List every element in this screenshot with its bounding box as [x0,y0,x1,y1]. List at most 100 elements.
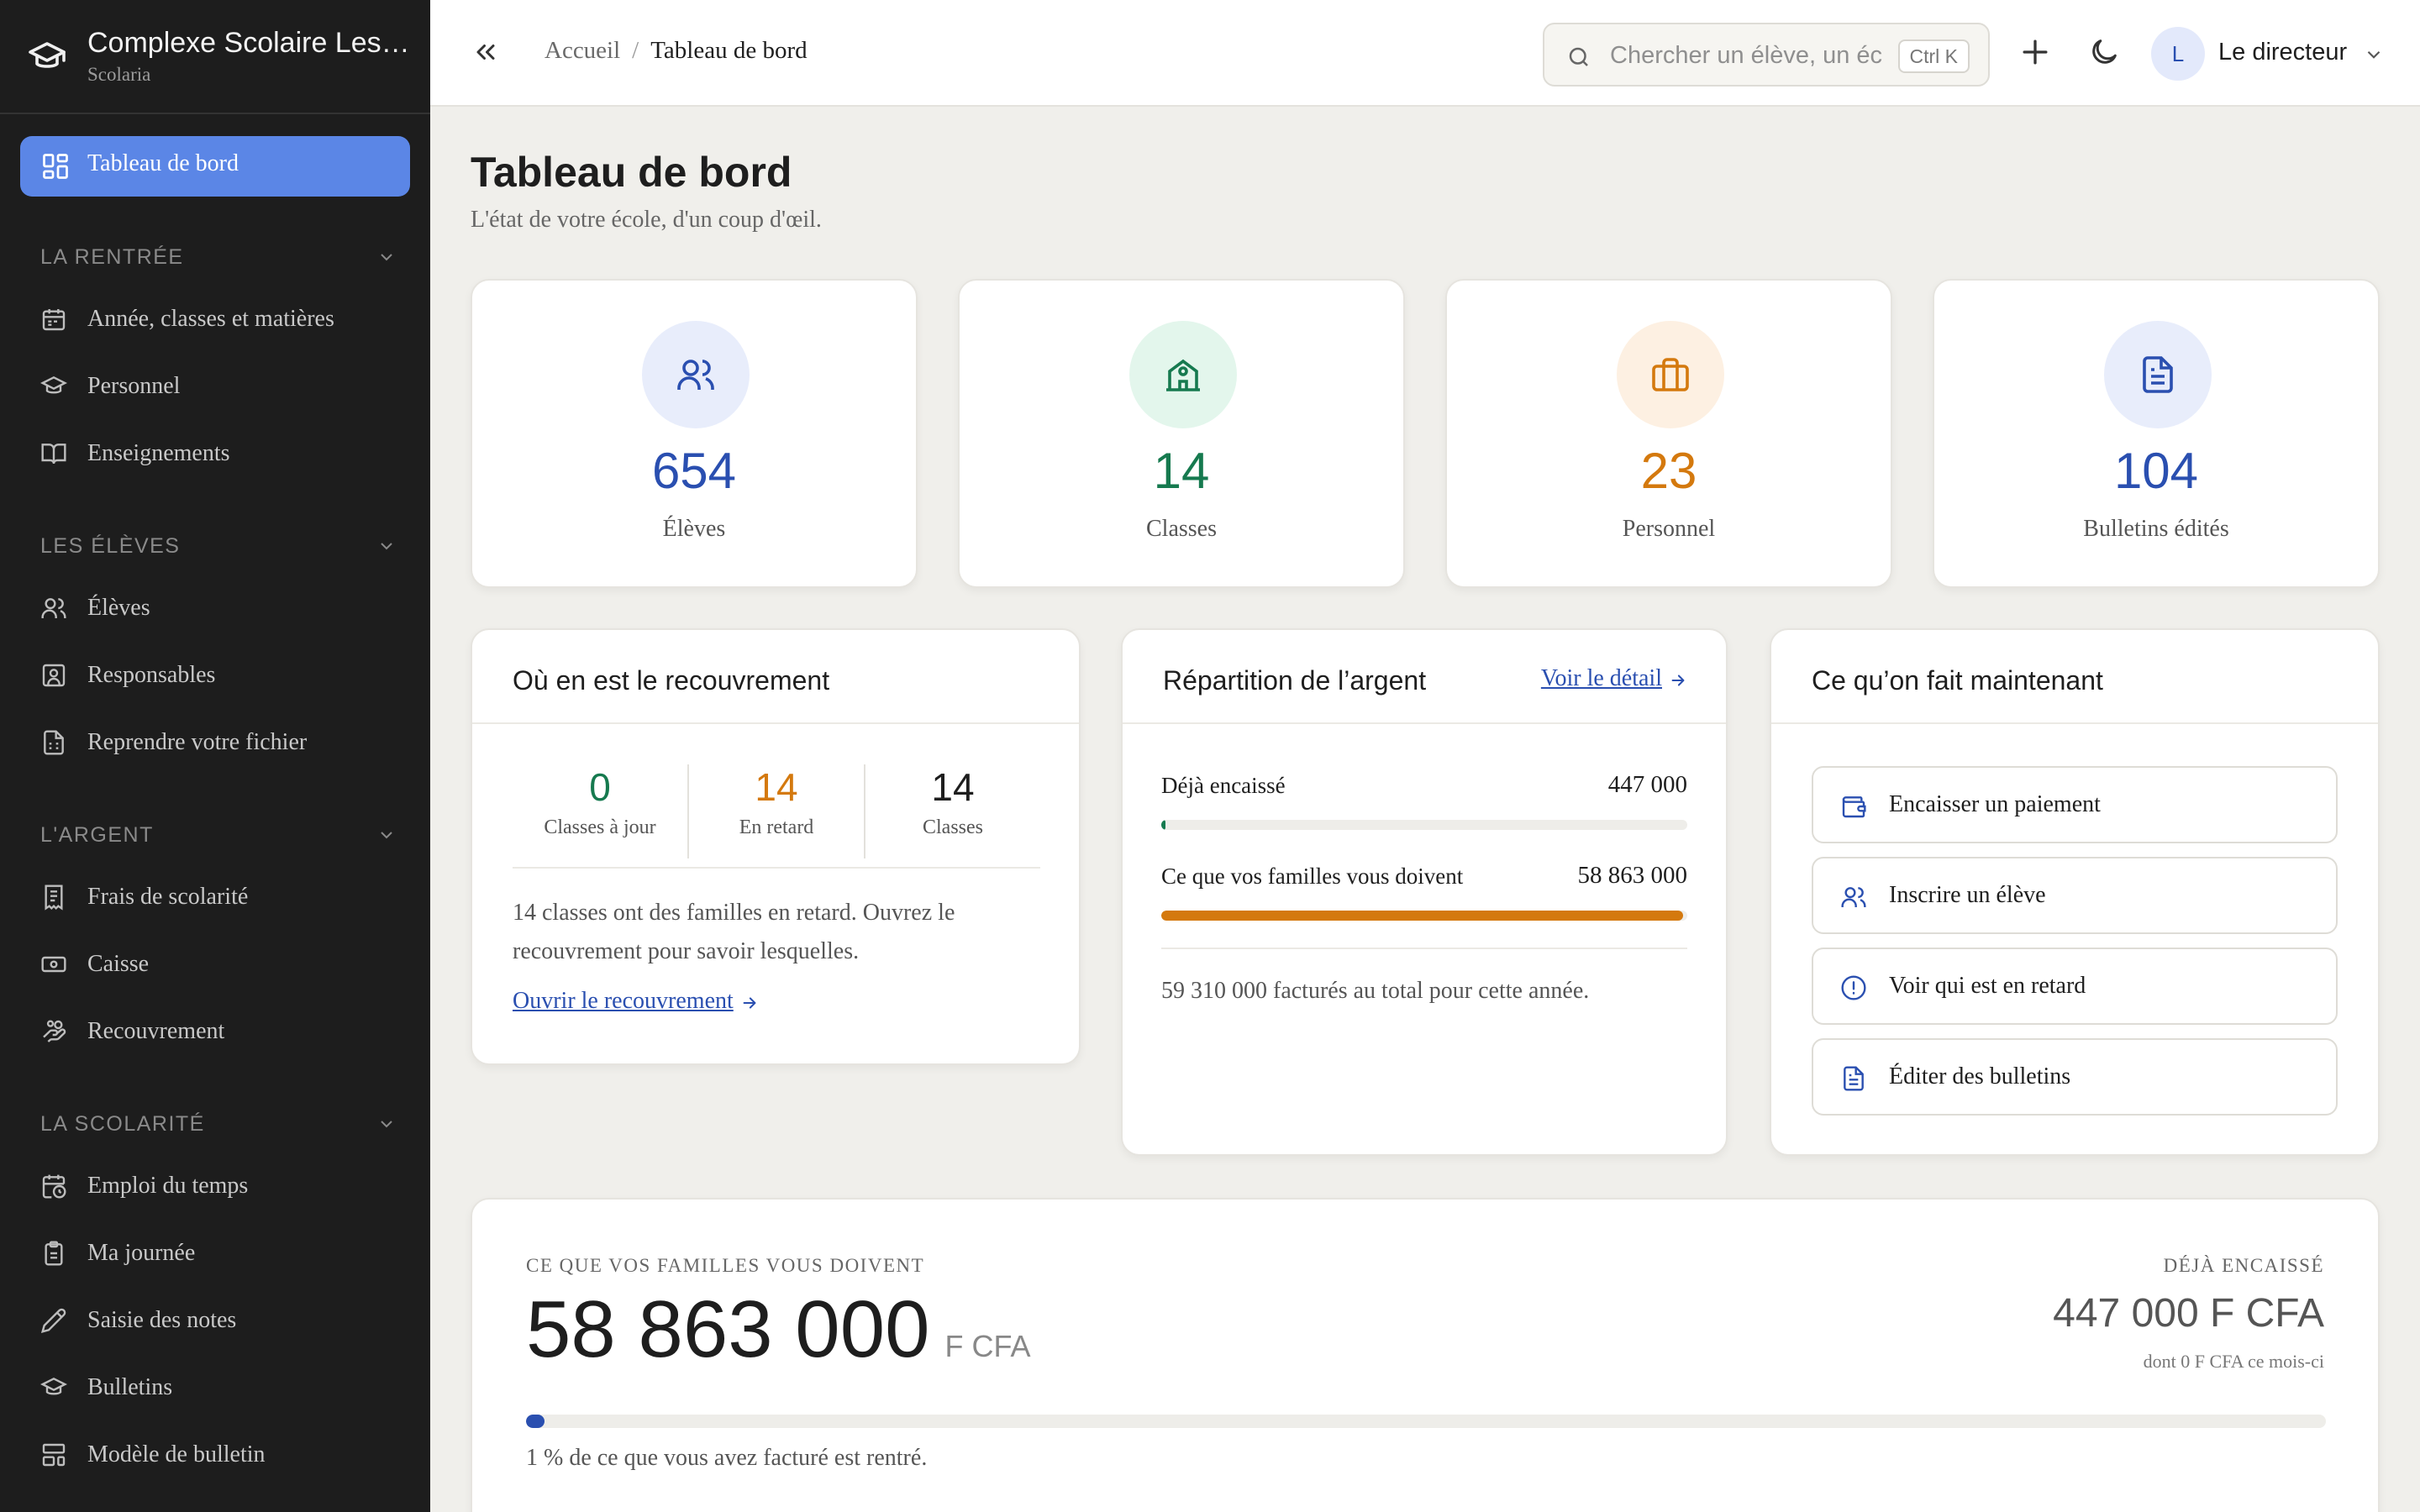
layout-template-icon [40,1441,67,1468]
sidebar-item-label: Personnel [87,373,181,399]
stat-card-classes[interactable]: 14 Classes [958,279,1405,588]
plus-icon[interactable] [2017,34,2054,71]
moon-icon[interactable] [2087,35,2121,69]
action-label: Encaisser un paiement [1889,791,2101,817]
panel-title: Ce qu’on fait maintenant [1812,665,2103,696]
pencil-icon [40,1307,67,1334]
link-label: Ouvrir le recouvrement [513,988,734,1014]
voir-detail-link[interactable]: Voir le détail [1541,665,1687,692]
action-label: Éditer des bulletins [1889,1063,2071,1089]
breadcrumb: Accueil / Tableau de bord [544,37,808,64]
dette-bar [1161,911,1687,921]
sidebar-item-saisie-notes[interactable]: Saisie des notes [20,1294,410,1347]
collected-label: DÉJÀ ENCAISSÉ [2163,1255,2324,1276]
recouvrement-panel: Où en est le recouvrement 0 Classes à jo… [471,628,1081,1065]
search-input[interactable] [1610,39,1887,71]
sidebar-item-reprendre-fichier[interactable]: Reprendre votre fichier [20,716,410,769]
sidebar-item-label: Bulletins [87,1374,173,1400]
clipboard-icon [40,1240,67,1267]
search-shortcut-badge: Ctrl K [1897,39,1970,73]
calendar-clock-icon [40,1173,67,1200]
sidebar-item-label: Recouvrement [87,1018,225,1044]
sidebar-item-caisse[interactable]: Caisse [20,937,410,991]
action-label: Voir qui est en retard [1889,973,2086,999]
sidebar-item-ma-journee[interactable]: Ma journée [20,1226,410,1280]
recouvrement-stat: 14 En retard [689,764,864,839]
sidebar-item-personnel[interactable]: Personnel [20,360,410,413]
stat-label: Classes à jour [544,816,656,838]
alert-circle-icon [1840,974,1867,1001]
sidebar-section-rentree[interactable]: LA RENTRÉE [40,240,397,274]
sidebar-item-bulletins[interactable]: Bulletins [20,1361,410,1415]
sidebar-item-modele-bulletin[interactable]: Modèle de bulletin [20,1428,410,1482]
sidebar-item-label: Ma journée [87,1240,196,1266]
stat-icon-circle [2104,321,2212,428]
encaisser-paiement-button[interactable]: Encaisser un paiement [1812,766,2338,843]
arrow-right-icon [1669,671,1687,690]
owed-label: CE QUE VOS FAMILLES VOUS DOIVENT [526,1255,925,1276]
sidebar-section-eleves[interactable]: LES ÉLÈVES [40,529,397,563]
stat-card-personnel[interactable]: 23 Personnel [1445,279,1892,588]
repartition-footer: 59 310 000 facturés au total pour cette … [1161,978,1590,1004]
encaisse-bar [1161,820,1687,830]
voir-retard-button[interactable]: Voir qui est en retard [1812,948,2338,1025]
stat-value: 104 [2113,443,2199,499]
hand-coins-icon [40,1018,67,1045]
stat-icon-circle [1617,321,1724,428]
sidebar-item-responsables[interactable]: Responsables [20,648,410,702]
stat-label: Classes [923,816,983,838]
panel-title: Répartition de l’argent [1163,665,1427,696]
sidebar-item-emploi-du-temps[interactable]: Emploi du temps [20,1159,410,1213]
sidebar-item-label: Enseignements [87,440,230,466]
chevron-down-icon [376,825,397,845]
stat-card-bulletins[interactable]: 104 Bulletins édités [1933,279,2380,588]
stat-label: Personnel [1622,516,1716,542]
breadcrumb-home[interactable]: Accueil [544,37,620,64]
inscrire-eleve-button[interactable]: Inscrire un élève [1812,857,2338,934]
stat-value: 23 [1640,443,1697,499]
receipt-icon [40,884,67,911]
stat-label: Bulletins édités [2083,516,2229,542]
sidebar-item-label: Année, classes et matières [87,306,334,332]
sidebar-section-title: LA RENTRÉE [40,245,184,269]
avatar[interactable]: L [2151,27,2205,81]
arrow-right-icon [740,994,759,1012]
row-value: 447 000 [1607,771,1687,798]
file-spreadsheet-icon [40,729,67,756]
sidebar-header[interactable]: Complexe Scolaire Les … Scolaria [0,0,430,114]
editer-bulletins-button[interactable]: Éditer des bulletins [1812,1038,2338,1116]
sidebar-item-enseignements[interactable]: Enseignements [20,427,410,480]
stat-label: Élèves [662,516,726,542]
chevron-down-icon [376,536,397,556]
sidebar-item-eleves[interactable]: Élèves [20,581,410,635]
stat-value: 0 [589,765,611,809]
open-recouvrement-link[interactable]: Ouvrir le recouvrement [513,988,759,1015]
contact-card-icon [40,662,67,689]
sidebar-item-label: Élèves [87,595,150,621]
sidebar-item-tableau-de-bord[interactable]: Tableau de bord [20,136,410,197]
calendar-icon [40,306,67,333]
sidebar-item-annee-classes[interactable]: Année, classes et matières [20,292,410,346]
sidebar-section-scolarite[interactable]: LA SCOLARITÉ [40,1107,397,1141]
sidebar-section-title: L'ARGENT [40,823,154,847]
stat-card-eleves[interactable]: 654 Élèves [471,279,918,588]
wallet-icon [1840,793,1867,820]
chevron-down-icon[interactable] [2363,44,2385,66]
collected-value: 447 000 F CFA [2053,1291,2324,1336]
search-box[interactable]: Ctrl K [1543,23,1990,87]
stat-value: 14 [755,765,798,809]
sidebar-item-recouvrement[interactable]: Recouvrement [20,1005,410,1058]
sidebar-item-label: Frais de scolarité [87,884,249,910]
sidebar-item-label: Saisie des notes [87,1307,237,1333]
top-header: Accueil/Tableau de bord Ctrl K L Le dire… [430,0,2420,107]
panel-title: Où en est le recouvrement [513,665,830,696]
recouvrement-stat: 0 Classes à jour [513,764,687,839]
collapse-sidebar-icon[interactable] [471,37,501,67]
users-icon [1840,884,1867,911]
users-icon [40,595,67,622]
summary-progress-bar [526,1415,2326,1428]
sidebar-section-argent[interactable]: L'ARGENT [40,818,397,852]
user-name[interactable]: Le directeur [2218,39,2347,66]
recouvrement-text: 14 classes ont des familles en retard. O… [513,900,955,964]
sidebar-item-frais-scolarite[interactable]: Frais de scolarité [20,870,410,924]
